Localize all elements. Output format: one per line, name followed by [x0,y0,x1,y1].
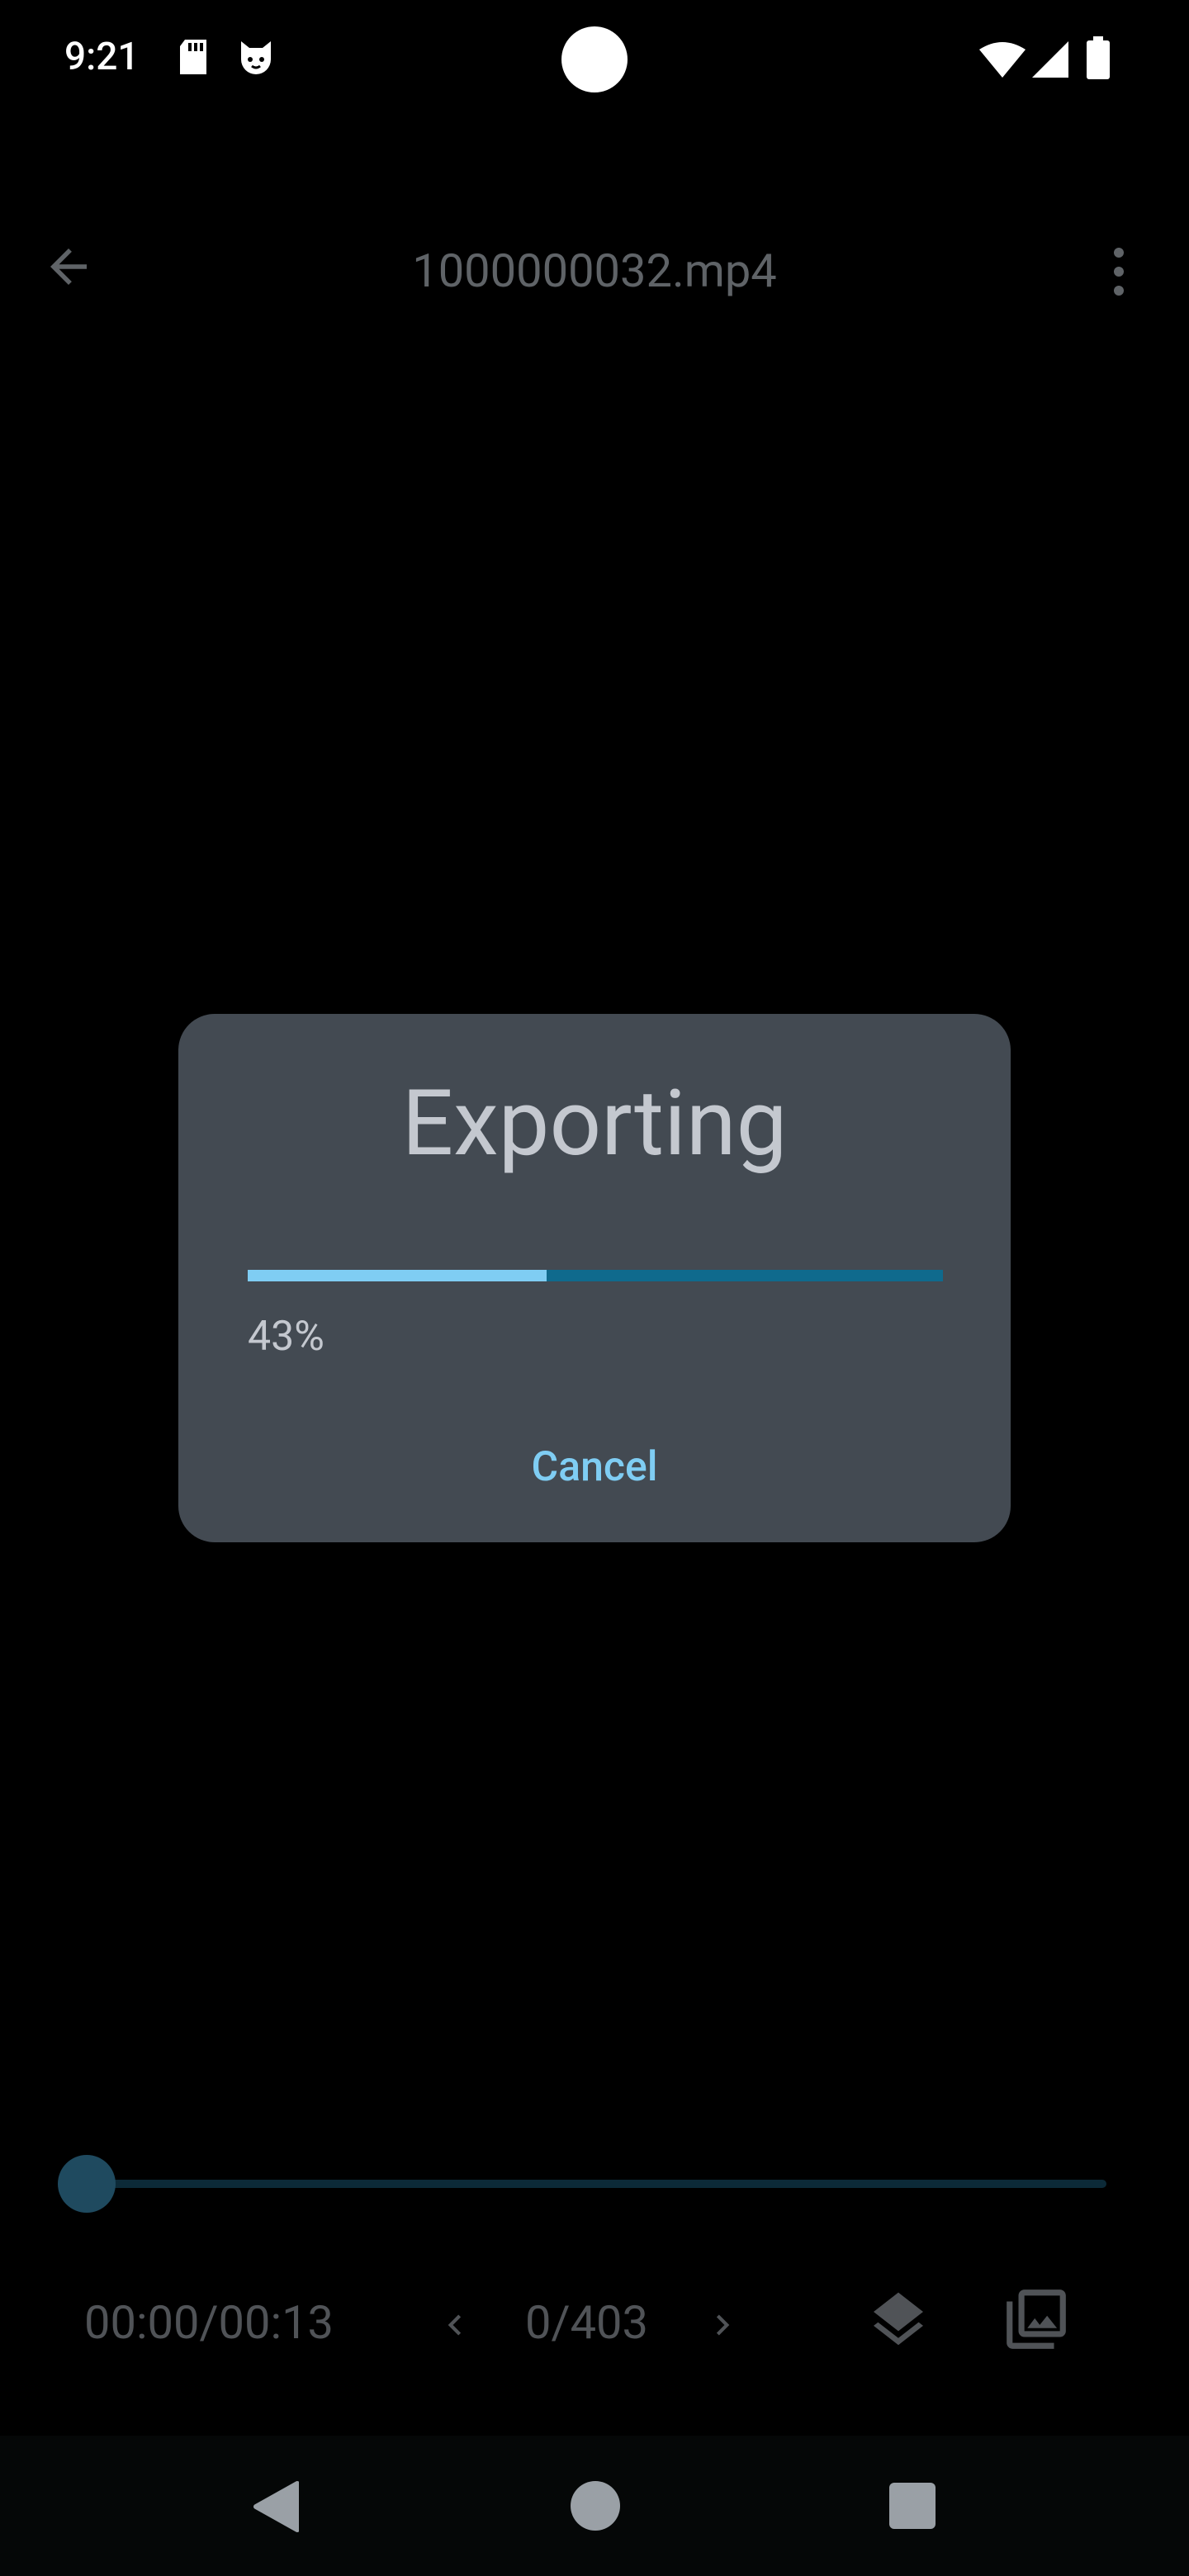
export-progress-fill [248,1270,547,1281]
nav-recents-icon[interactable] [888,2482,936,2533]
chevron-right-icon[interactable] [702,2302,743,2351]
status-bar: 9:21 [0,0,1189,124]
nav-back-icon[interactable] [251,2480,300,2536]
cancel-button[interactable]: Cancel [178,1443,1011,1491]
timecode: 00:00/00:13 [84,2295,334,2350]
export-progress-bar [248,1270,943,1281]
status-time: 9:21 [64,35,140,79]
signal-icon [1032,41,1068,81]
dialog-title: Exporting [401,1070,788,1177]
gallery-icon[interactable] [1001,2284,1072,2358]
seek-track [58,2180,1106,2188]
front-camera [561,26,628,92]
seek-thumb[interactable] [58,2155,116,2213]
navigation-bar [0,2436,1189,2576]
cat-icon [236,38,276,79]
battery-icon [1087,36,1110,83]
frame-counter: 0/403 [525,2295,648,2350]
sd-card-icon [177,38,210,79]
seek-bar[interactable] [58,2155,1115,2213]
player-controls: 00:00/00:13 0/403 [0,2279,1189,2370]
more-vert-icon[interactable] [1106,244,1131,302]
nav-home-icon[interactable] [570,2480,621,2535]
export-dialog: Exporting 43% Cancel [178,1014,1011,1542]
layers-icon[interactable] [865,2287,931,2356]
chevron-left-icon[interactable] [434,2302,476,2351]
file-title: 1000000032.mp4 [412,244,777,298]
progress-percent-text: 43% [248,1313,324,1361]
wifi-icon [979,41,1026,81]
